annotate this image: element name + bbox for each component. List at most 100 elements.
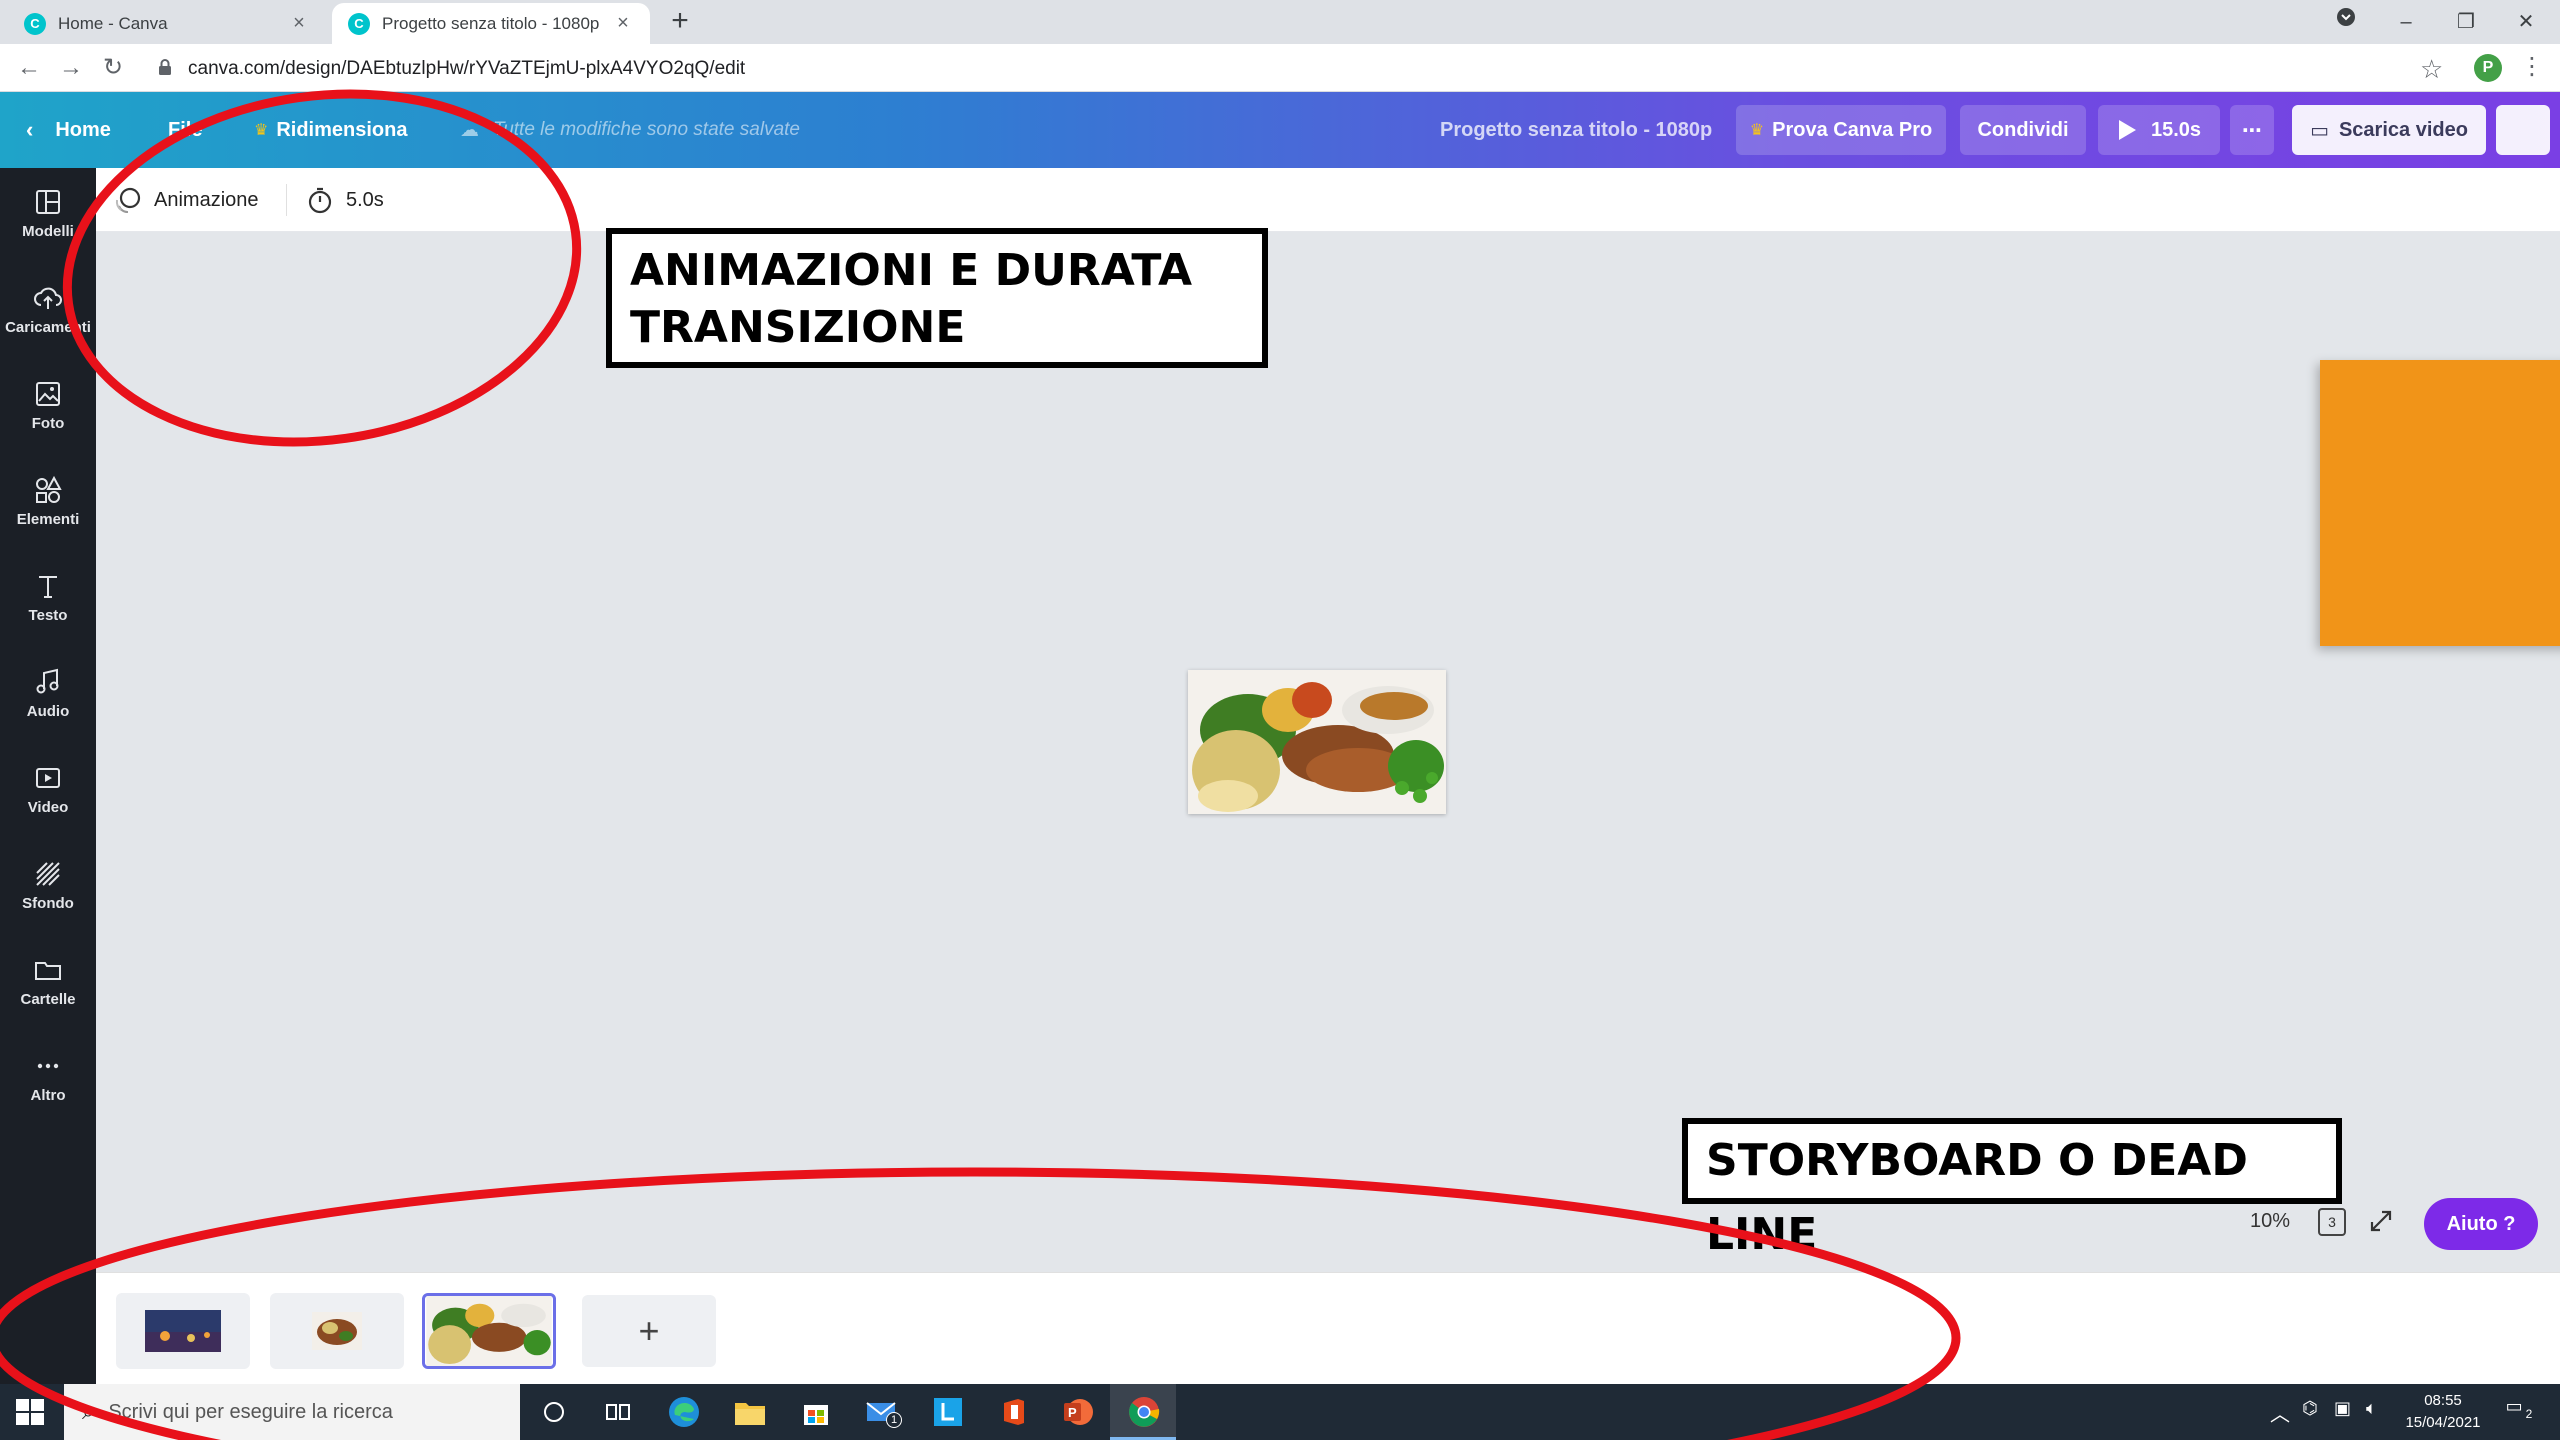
store-icon[interactable] [796,1392,836,1432]
sidebar-item-more[interactable]: Altro [0,1032,96,1122]
duration-button[interactable]: 5.0s [306,168,384,232]
download-video-button[interactable]: ▭ Scarica video [2292,105,2486,155]
back-arrow-icon[interactable]: ← [14,53,44,83]
cloud-icon: ☁ [460,119,479,141]
fullscreen-icon[interactable] [2366,1206,2396,1236]
storyboard-page-3[interactable] [422,1293,556,1369]
forward-arrow-icon[interactable]: → [56,53,86,83]
search-icon: ⌕ [82,1399,95,1424]
folder-icon [35,961,61,980]
animation-button[interactable]: Animazione [114,168,259,232]
tab-search-icon[interactable] [2316,4,2376,40]
orange-rectangle-shape[interactable] [2320,360,2560,646]
task-view-icon[interactable] [598,1392,638,1432]
try-canva-pro-button[interactable]: ♛ Prova Canva Pro [1736,105,1946,155]
storyboard-page-2[interactable] [270,1293,404,1369]
duration-label: 5.0s [346,188,384,211]
sidebar-item-elements[interactable]: Elementi [0,456,96,546]
chevron-left-icon: ‹ [26,117,34,142]
play-button[interactable]: 15.0s [2098,105,2220,155]
zoom-level[interactable]: 10% [2250,1210,2290,1233]
more-menu-button[interactable] [2496,105,2550,155]
tab-close-icon[interactable]: × [288,12,310,35]
file-explorer-icon[interactable] [730,1392,770,1432]
crown-icon: ♛ [1749,122,1765,139]
animation-icon [115,187,141,213]
sidebar-item-label: Audio [26,702,70,720]
design-canvas-area: ANIMAZIONI E DURATA TRANSIZIONE STORYBOA… [96,228,2560,1272]
clock[interactable]: 08:55 15/04/2021 [2400,1390,2486,1434]
sidebar-item-label: Elementi [16,510,80,528]
lexis-app-icon[interactable] [928,1392,968,1432]
sidebar-item-folders[interactable]: Cartelle [0,936,96,1026]
home-label: Home [55,118,111,141]
page-count-badge[interactable]: 3 [2318,1208,2346,1236]
annotation-storyboard: STORYBOARD O DEAD LINE [1682,1118,2342,1260]
ellipsis-icon: ⋯ [2242,119,2262,142]
share-button-label: Condividi [1977,118,2069,141]
sidebar-item-uploads[interactable]: Caricamenti [0,264,96,354]
sidebar-item-templates[interactable]: Modelli [0,168,96,258]
chrome-icon[interactable] [1124,1392,1164,1432]
profile-avatar[interactable]: P [2474,54,2502,82]
mail-icon[interactable]: 1 [862,1392,902,1432]
windows-start-icon[interactable] [14,1396,46,1428]
sidebar-item-audio[interactable]: Audio [0,648,96,738]
taskbar-search-box[interactable]: ⌕ Scrivi qui per eseguire la ricerca [64,1384,520,1440]
resize-button[interactable]: ♛ Ridimensiona [254,92,407,168]
tab-close-icon[interactable]: × [612,12,634,35]
mail-badge: 1 [886,1412,902,1428]
music-icon [36,668,59,693]
url-field[interactable]: canva.com/design/DAEbtuzlpHw/rYVaZTEjmU-… [188,56,745,82]
restore-icon[interactable]: ❐ [2436,4,2496,40]
upload-icon [34,287,62,309]
timer-icon [308,187,332,214]
project-title[interactable]: Progetto senza titolo - 1080p [1440,92,1712,168]
monitor-icon: ▭ [2310,119,2329,142]
crown-icon: ♛ [254,122,269,139]
tab-title: Home - Canva [58,13,168,33]
office-icon[interactable] [994,1392,1034,1432]
file-menu-button[interactable]: File [168,92,202,168]
sidebar-item-video[interactable]: Video [0,744,96,834]
sidebar-item-label: Caricamenti [5,318,91,336]
help-button[interactable]: Aiuto ? [2424,1198,2538,1250]
sidebar-item-label: Testo [28,606,68,624]
left-sidebar: Modelli Caricamenti Foto Elementi Testo … [0,168,96,1384]
sidebar-item-photos[interactable]: Foto [0,360,96,450]
save-status-text: Tutte le modifiche sono state salvate [493,119,800,140]
tab-title: Progetto senza titolo - 1080p [382,13,600,33]
sidebar-item-label: Video [27,798,69,816]
sidebar-item-text[interactable]: Testo [0,552,96,642]
powerpoint-icon[interactable]: P [1058,1392,1098,1432]
toolbar-divider [286,184,287,216]
home-button[interactable]: ‹ Home [26,92,111,168]
notifications-icon[interactable]: ▭ 2 [2502,1396,2538,1421]
volume-icon[interactable]: 🔈︎ [2366,1398,2377,1419]
browser-menu-icon[interactable]: ⋮ [2520,52,2544,81]
more-options-button[interactable]: ⋯ [2230,105,2274,155]
share-button[interactable]: Condividi [1960,105,2086,155]
reload-icon[interactable]: ↻ [98,53,128,83]
food-photo [1188,670,1446,814]
network-icon[interactable]: ▣ [2334,1398,2351,1419]
close-window-icon[interactable]: ✕ [2496,4,2556,40]
storyboard-page-1[interactable] [116,1293,250,1369]
tab-home-canva[interactable]: C Home - Canva × [8,3,326,44]
screen: C Home - Canva × C Progetto senza titolo… [0,0,2560,1440]
cortana-icon[interactable] [534,1392,574,1432]
meet-now-icon[interactable]: ⌬ [2302,1398,2318,1419]
bookmark-star-icon[interactable]: ☆ [2420,54,2443,85]
add-page-button[interactable]: + [582,1295,716,1367]
tab-project[interactable]: C Progetto senza titolo - 1080p × [332,3,650,44]
notification-count: 2 [2525,1407,2533,1421]
edge-browser-icon[interactable] [664,1392,704,1432]
new-tab-button[interactable]: + [664,6,696,38]
sidebar-item-label: Cartelle [20,990,76,1008]
sidebar-item-background[interactable]: Sfondo [0,840,96,930]
tray-chevron-icon[interactable]: ︿ [2270,1398,2290,1427]
design-page-food-image[interactable] [1188,670,1446,814]
chat-bubble-icon: ▭ [2505,1396,2523,1416]
windows-taskbar: ⌕ Scrivi qui per eseguire la ricerca 1 P… [0,1384,2560,1440]
minimize-icon[interactable]: – [2376,4,2436,40]
